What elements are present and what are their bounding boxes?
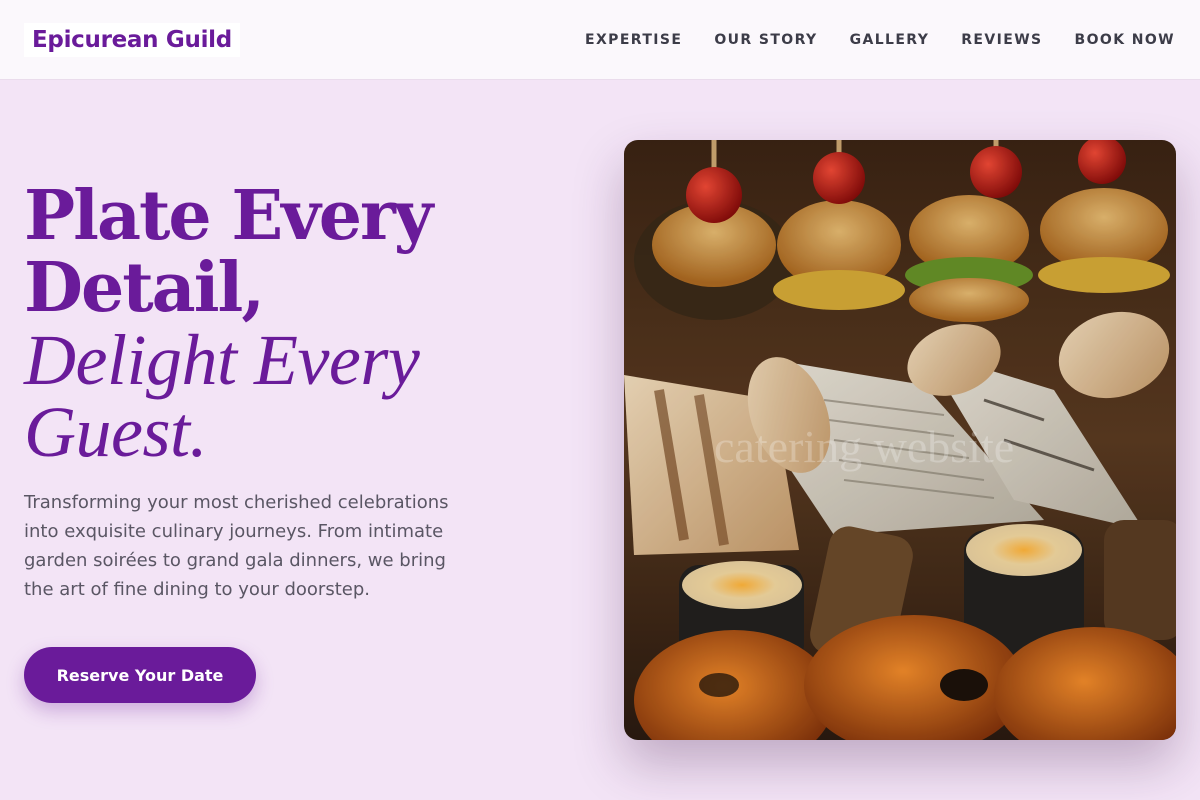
hero-intro: Transforming your most cherished celebra… [24,492,449,600]
reserve-date-button[interactable]: Reserve Your Date [24,647,256,703]
headline-line-4: Guest. [24,392,207,472]
headline-line-2: Detail, [24,248,265,328]
nav-link-expertise[interactable]: EXPERTISE [585,32,682,48]
main-nav: EXPERTISE OUR STORY GALLERY REVIEWS BOOK… [553,32,1175,48]
nav-link-gallery[interactable]: GALLERY [850,32,930,48]
hero-food-image: catering website [624,140,1176,740]
headline-line-3: Delight Every [24,320,420,400]
site-header: Epicurean Guild EXPERTISE OUR STORY GALL… [0,0,1200,80]
headline-line-1: Plate Every [24,176,433,256]
nav-link-book-now[interactable]: BOOK NOW [1075,32,1175,48]
image-watermark: catering website [714,421,1014,472]
hero-headline: Plate Every Detail, Delight Every Guest. [24,180,494,468]
brand-logo[interactable]: Epicurean Guild [24,22,240,57]
hero-text: Plate Every Detail, Delight Every Guest.… [24,180,494,604]
nav-link-our-story[interactable]: OUR STORY [714,32,817,48]
nav-link-reviews[interactable]: REVIEWS [961,32,1042,48]
